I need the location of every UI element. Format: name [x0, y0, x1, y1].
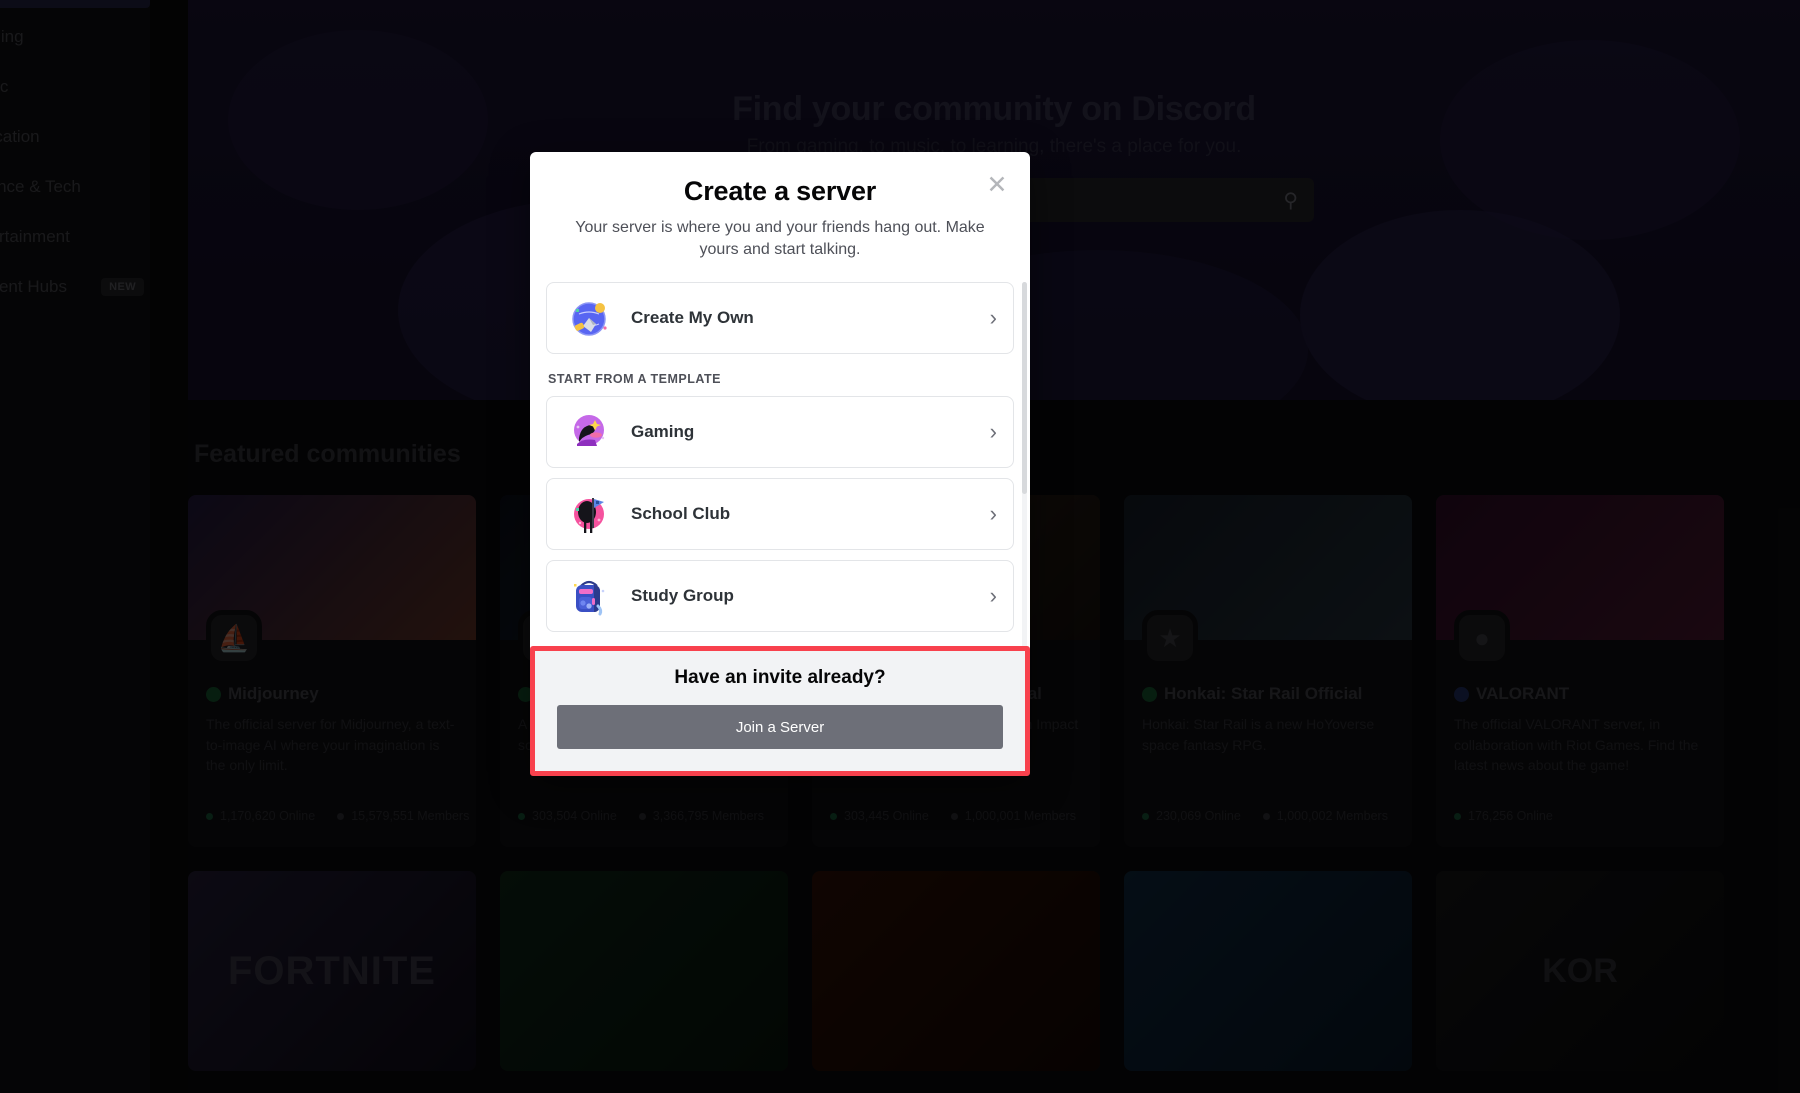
backpack-icon — [565, 572, 613, 620]
members-dot-icon — [638, 812, 646, 820]
members-dot-icon — [950, 812, 958, 820]
option-label: Study Group — [631, 586, 734, 606]
online-dot-icon — [1454, 812, 1461, 820]
card-banner-logo: KOR — [1542, 951, 1618, 990]
card-stats: 230,069 Online 1,000,002 Members — [1142, 809, 1388, 823]
card-description: The official server for Midjourney, a te… — [206, 716, 455, 774]
card-name: VALORANT — [1454, 684, 1706, 704]
create-my-own-option[interactable]: Create My Own › — [546, 282, 1014, 355]
shield-icon: ● — [1454, 610, 1510, 666]
sidebar-item-student-hubs[interactable]: Student Hubs NEW — [0, 270, 150, 304]
member-count: 3,366,795 Members — [652, 809, 764, 823]
card-banner — [1124, 871, 1412, 1071]
modal-title: Create a server — [683, 176, 877, 206]
members-dot-icon — [1262, 812, 1270, 820]
invite-footer-highlight: Have an invite already? Join a Server — [530, 646, 1030, 777]
card-banner: FORTNITE — [188, 871, 476, 1071]
template-option-gaming[interactable]: Gaming › — [546, 396, 1014, 469]
sidebar-item-label: Entertainment — [0, 227, 70, 246]
sidebar-item-entertainment[interactable]: Entertainment — [0, 220, 150, 254]
card-description: The official VALORANT server, in collabo… — [1454, 716, 1699, 774]
online-count: 303,445 Online — [844, 809, 929, 823]
scrollbar-thumb[interactable] — [1022, 282, 1027, 495]
sidebar-item-label: Gaming — [0, 27, 24, 46]
option-label: Gaming — [631, 422, 695, 442]
sidebar-item-science-tech[interactable]: Science & Tech — [0, 170, 150, 204]
sidebar-item-label: Science & Tech — [0, 177, 81, 196]
template-section-label: START FROM A TEMPLATE — [548, 372, 721, 387]
chevron-right-icon: › — [989, 305, 997, 331]
card-description: Honkai: Star Rail is a new HoYoverse spa… — [1142, 716, 1375, 753]
member-count: 1,000,002 Members — [1276, 809, 1388, 823]
globe-gem-icon — [565, 294, 613, 342]
card-banner — [812, 871, 1100, 1071]
community-card[interactable] — [1124, 871, 1412, 1071]
sidebar-item-education[interactable]: Education — [0, 120, 150, 154]
online-count: 230,069 Online — [1156, 809, 1241, 823]
card-banner: ★ — [1124, 495, 1412, 666]
verified-badge-icon — [1142, 686, 1157, 702]
card-stats: 303,445 Online 1,000,001 Members — [830, 809, 1076, 823]
card-banner: ● — [1436, 495, 1724, 666]
hero-title: Find your community on Discord — [732, 90, 1256, 128]
community-card[interactable]: FORTNITE — [188, 871, 476, 1071]
community-card[interactable] — [812, 871, 1100, 1071]
sidebar-item-music[interactable]: Music — [0, 70, 150, 104]
community-card[interactable]: ★ Honkai: Star Rail Official Honkai: Sta… — [1124, 495, 1412, 847]
card-stats: 303,504 Online 3,366,795 Members — [518, 809, 764, 823]
card-name: Honkai: Star Rail Official — [1142, 684, 1394, 704]
card-stats: 1,170,620 Online 15,579,551 Members — [206, 809, 469, 823]
option-label: School Club — [631, 504, 731, 524]
create-server-modal: ✕ Create a server Your server is where y… — [530, 152, 1030, 777]
card-stats: 176,256 Online — [1454, 809, 1553, 823]
card-banner — [500, 871, 788, 1071]
page-root: Gaming Music Education Science & Tech En… — [0, 0, 1800, 1093]
sidebar-new-badge: NEW — [101, 278, 144, 296]
option-label: Create My Own — [631, 308, 754, 328]
school-flag-icon — [565, 490, 613, 538]
card-banner-logo: FORTNITE — [228, 948, 436, 993]
sidebar-item-label: Education — [0, 127, 40, 146]
online-count: 303,504 Online — [532, 809, 617, 823]
online-count: 1,170,620 Online — [220, 809, 316, 823]
sidebar-item-label: Student Hubs — [0, 277, 68, 296]
invite-footer-title: Have an invite already? — [674, 667, 886, 689]
online-count: 176,256 Online — [1468, 809, 1553, 823]
template-option-study-group[interactable]: Study Group › — [546, 560, 1014, 633]
close-icon[interactable]: ✕ — [982, 170, 1012, 200]
sidebar-search-input[interactable] — [0, 0, 150, 8]
search-icon: ⚲ — [1283, 189, 1298, 212]
modal-subtitle: Your server is where you and your friend… — [575, 219, 985, 258]
template-list[interactable]: Create My Own › START FROM A TEMPLATE Ga… — [530, 282, 1030, 653]
community-card[interactable]: ⛵ Midjourney The official server for Mid… — [188, 495, 476, 847]
card-banner: KOR — [1436, 871, 1724, 1071]
gaming-controller-icon — [565, 408, 613, 456]
sidebar: Gaming Music Education Science & Tech En… — [0, 0, 150, 1093]
train-icon: ★ — [1142, 610, 1198, 666]
chevron-right-icon: › — [989, 419, 997, 445]
members-dot-icon — [337, 812, 345, 820]
card-name: Midjourney — [206, 684, 458, 704]
online-dot-icon — [518, 812, 525, 820]
template-option-school-club[interactable]: School Club › — [546, 478, 1014, 551]
online-dot-icon — [830, 812, 837, 820]
online-dot-icon — [206, 812, 213, 820]
sidebar-item-gaming[interactable]: Gaming — [0, 20, 150, 54]
card-banner: ⛵ — [188, 495, 476, 666]
chevron-right-icon: › — [989, 501, 997, 527]
join-a-server-button[interactable]: Join a Server — [557, 705, 1003, 750]
online-dot-icon — [1142, 812, 1149, 820]
community-card[interactable]: KOR — [1436, 871, 1724, 1071]
community-card[interactable]: ● VALORANT The official VALORANT server,… — [1436, 495, 1724, 847]
sailboat-icon: ⛵ — [206, 610, 262, 666]
verified-badge-icon — [206, 686, 221, 702]
community-card[interactable] — [500, 871, 788, 1071]
chevron-right-icon: › — [989, 583, 997, 609]
member-count: 1,000,001 Members — [964, 809, 1076, 823]
partner-badge-icon — [1454, 686, 1469, 702]
sidebar-item-label: Music — [0, 77, 9, 96]
member-count: 15,579,551 Members — [351, 809, 470, 823]
